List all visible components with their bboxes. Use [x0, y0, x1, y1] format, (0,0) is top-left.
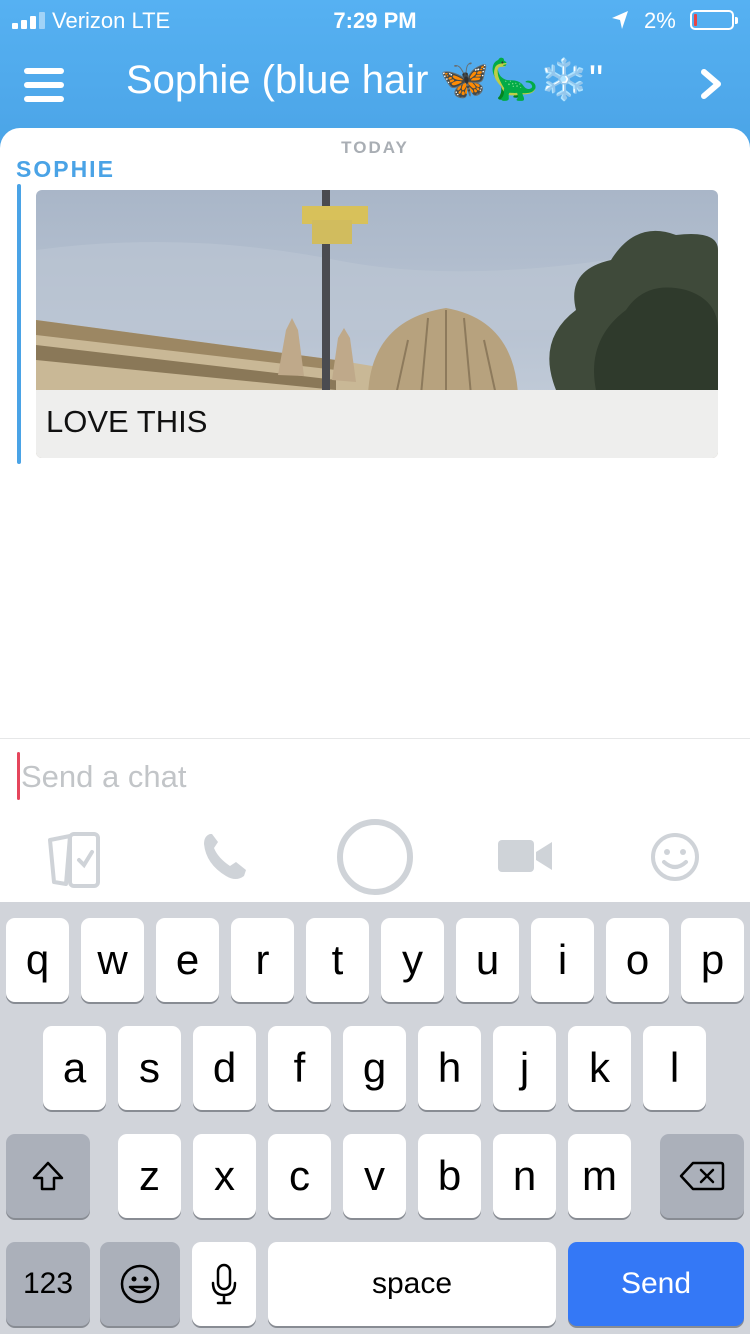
key-h[interactable]: h	[418, 1026, 481, 1110]
composer-divider	[0, 738, 750, 739]
key-s[interactable]: s	[118, 1026, 181, 1110]
key-o[interactable]: o	[606, 918, 669, 1002]
key-p[interactable]: p	[681, 918, 744, 1002]
shift-arrow-icon	[32, 1161, 64, 1191]
chevron-right-icon[interactable]	[696, 64, 726, 104]
key-z[interactable]: z	[118, 1134, 181, 1218]
key-a[interactable]: a	[43, 1026, 106, 1110]
key-m[interactable]: m	[568, 1134, 631, 1218]
phone-icon[interactable]	[200, 830, 250, 882]
shift-key[interactable]	[6, 1134, 90, 1218]
status-bar: Verizon LTE 7:29 PM 2%	[0, 0, 750, 40]
snap-message[interactable]: LOVE THIS	[36, 190, 718, 458]
send-chat-input[interactable]	[17, 752, 717, 802]
location-arrow-icon	[612, 11, 628, 29]
key-v[interactable]: v	[343, 1134, 406, 1218]
key-t[interactable]: t	[306, 918, 369, 1002]
snap-caption-bar: LOVE THIS	[36, 390, 718, 458]
chat-header: Sophie (blue hair 🦋🦕❄️"	[0, 50, 750, 120]
emoji-keyboard-icon	[120, 1264, 160, 1304]
emoji-key[interactable]	[100, 1242, 180, 1326]
microphone-icon	[211, 1263, 237, 1305]
send-key[interactable]: Send	[568, 1242, 744, 1326]
key-d[interactable]: d	[193, 1026, 256, 1110]
dictation-key[interactable]	[192, 1242, 256, 1326]
key-c[interactable]: c	[268, 1134, 331, 1218]
key-k[interactable]: k	[568, 1026, 631, 1110]
key-y[interactable]: y	[381, 918, 444, 1002]
key-u[interactable]: u	[456, 918, 519, 1002]
key-g[interactable]: g	[343, 1026, 406, 1110]
key-b[interactable]: b	[418, 1134, 481, 1218]
key-r[interactable]: r	[231, 918, 294, 1002]
key-x[interactable]: x	[193, 1134, 256, 1218]
key-i[interactable]: i	[531, 918, 594, 1002]
status-time: 7:29 PM	[333, 8, 417, 33]
battery-percent: 2%	[644, 8, 676, 33]
numbers-key[interactable]: 123	[6, 1242, 90, 1326]
key-n[interactable]: n	[493, 1134, 556, 1218]
message-bar	[17, 184, 21, 464]
keyboard: qwertyuiop asdfghjkl zxcvbnm 123 space S…	[0, 902, 750, 1334]
date-separator: TODAY	[341, 138, 409, 157]
message-sender: SOPHIE	[16, 156, 115, 182]
battery-icon	[690, 10, 738, 30]
emoji-icon[interactable]	[650, 832, 700, 882]
memories-icon[interactable]	[46, 830, 104, 890]
capture-button[interactable]	[336, 818, 414, 896]
space-key[interactable]: space	[268, 1242, 556, 1326]
key-e[interactable]: e	[156, 918, 219, 1002]
key-w[interactable]: w	[81, 918, 144, 1002]
chat-toolbar	[0, 814, 750, 904]
key-j[interactable]: j	[493, 1026, 556, 1110]
delete-key[interactable]	[660, 1134, 744, 1218]
key-f[interactable]: f	[268, 1026, 331, 1110]
backspace-icon	[679, 1161, 725, 1191]
hamburger-menu-icon[interactable]	[24, 68, 64, 102]
snap-caption: LOVE THIS	[46, 404, 208, 439]
key-q[interactable]: q	[6, 918, 69, 1002]
conversation-title[interactable]: Sophie (blue hair 🦋🦕❄️"	[126, 56, 603, 103]
key-l[interactable]: l	[643, 1026, 706, 1110]
video-camera-icon[interactable]	[498, 838, 552, 874]
